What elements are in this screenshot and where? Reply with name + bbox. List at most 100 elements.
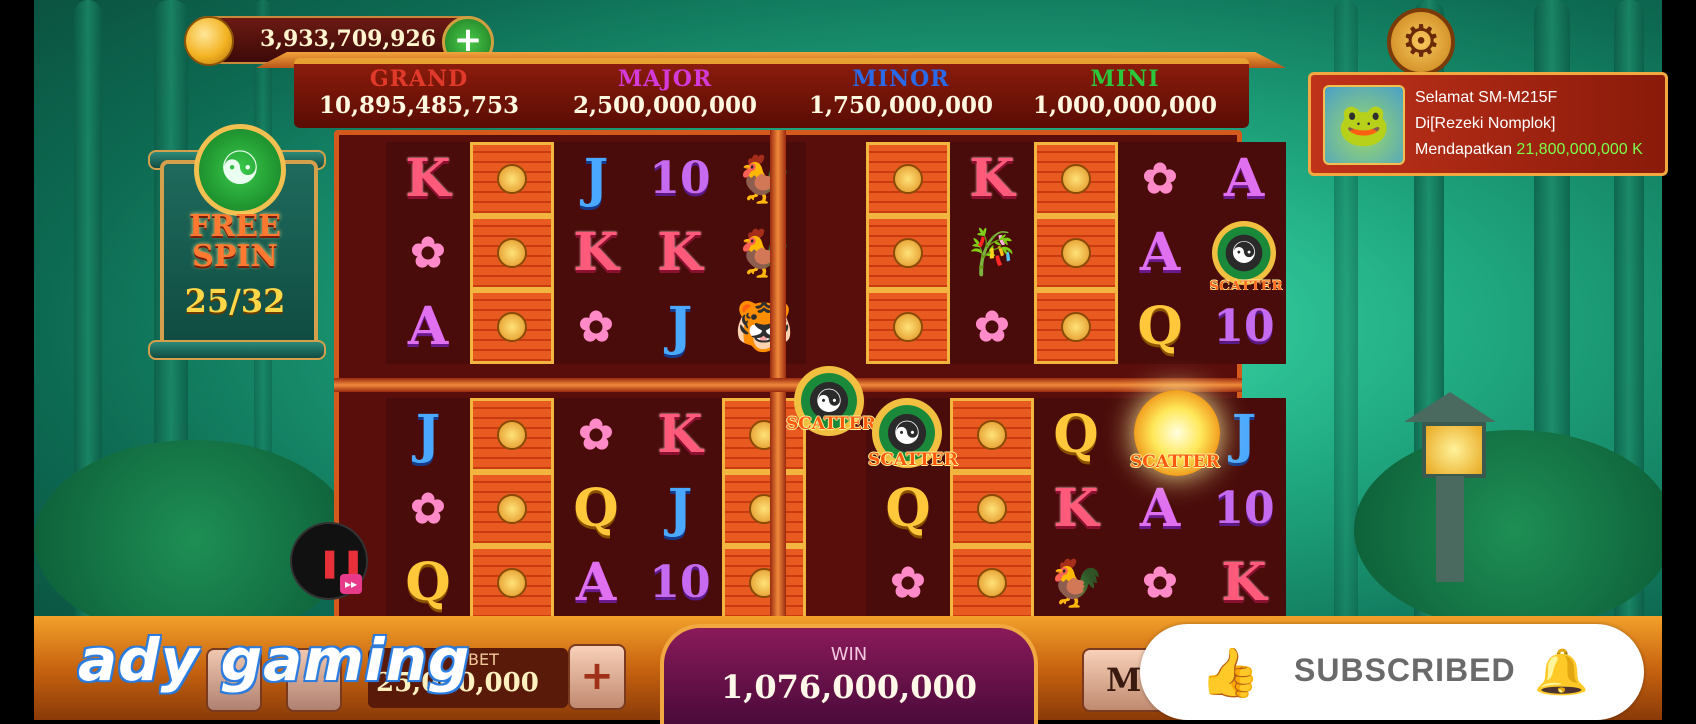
reel-cell: A <box>386 290 470 364</box>
symbol-10: 10 <box>649 153 711 204</box>
symbol-k: K <box>657 222 703 283</box>
symbol-j: J <box>667 478 693 539</box>
symbol-j: J <box>583 148 609 209</box>
lotus-icon: ✿ <box>410 228 446 277</box>
wild-coin-icon <box>893 164 923 194</box>
reel-divider <box>334 378 1242 392</box>
settings-gear-icon[interactable]: ⚙ <box>1387 8 1455 76</box>
notification-prefix: Mendapatkan <box>1415 141 1512 158</box>
wild-coin-icon <box>1061 312 1091 342</box>
reel-cell: A <box>1118 216 1202 290</box>
symbol-k: K <box>573 222 619 283</box>
jackpot-label: MINI <box>1090 66 1160 92</box>
wild-coin-icon <box>977 568 1007 598</box>
symbol-q: Q <box>405 552 451 613</box>
reel-cell <box>1034 290 1118 364</box>
wild-coin-icon <box>977 494 1007 524</box>
jackpot-label: MAJOR <box>617 66 713 92</box>
lotus-icon: ✿ <box>410 484 446 533</box>
wild-coin-icon <box>497 494 527 524</box>
symbol-a: A <box>1223 148 1265 209</box>
reel-cell: 10 <box>1202 290 1286 364</box>
jackpot-value: 10,895,485,753 <box>318 92 520 119</box>
stone-lantern <box>1404 392 1496 582</box>
symbol-10: 10 <box>649 557 711 608</box>
lantern-roof <box>1404 392 1496 422</box>
lotus-icon: ✿ <box>578 302 614 351</box>
reel-cell: A <box>554 546 638 620</box>
reel-grid-top-left: K J 10 🐓 ✿ K K 🐓 A ✿ J 🐯 <box>386 142 806 364</box>
reel-grid-bottom-left: J ✿ K ✿ Q J Q A 10 <box>386 398 806 620</box>
wild-coin-icon <box>893 238 923 268</box>
lotus-icon: ✿ <box>578 410 614 459</box>
reel-cell: ✿ <box>1118 142 1202 216</box>
symbol-a: A <box>1139 478 1181 539</box>
symbol-j: J <box>667 296 693 357</box>
reel-cell: K <box>950 142 1034 216</box>
jackpot-value: 1,750,000,000 <box>808 92 994 119</box>
reel-cell: K <box>386 142 470 216</box>
lotus-icon: ✿ <box>890 558 926 607</box>
reel-cell: 10 <box>1202 472 1286 546</box>
jackpot-label: GRAND <box>369 66 469 92</box>
notification-suffix: K <box>1632 141 1643 158</box>
reel-cell: ✿ <box>554 398 638 472</box>
reel-cell: Q <box>554 472 638 546</box>
reel-cell: J <box>638 472 722 546</box>
wild-coin-icon <box>497 238 527 268</box>
reel-cell <box>470 216 554 290</box>
fast-forward-icon[interactable]: ▸▸ <box>340 574 362 594</box>
reel-cell: K <box>1034 472 1118 546</box>
reel-cell <box>866 216 950 290</box>
symbol-k: K <box>657 404 703 465</box>
scatter-symbol: ☯ SCATTER <box>1209 221 1283 295</box>
jackpot-value: 1,000,000,000 <box>1032 92 1218 119</box>
reel-cell <box>470 472 554 546</box>
lotus-icon: ✿ <box>974 302 1010 351</box>
reel-cell <box>866 290 950 364</box>
symbol-j: J <box>1231 404 1257 465</box>
reel-cell: ✿ <box>386 216 470 290</box>
wild-coin-icon <box>1061 164 1091 194</box>
symbol-q: Q <box>1137 296 1183 357</box>
notification-amount-line: Mendapatkan 21,800,000,000 K <box>1415 141 1643 159</box>
symbol-k: K <box>1221 552 1267 613</box>
coin-icon <box>184 16 234 66</box>
free-spin-title: FREE SPIN <box>189 209 281 274</box>
notification-greeting: Selamat SM-M215F <box>1415 89 1558 106</box>
bet-plus-button[interactable]: + <box>568 644 626 710</box>
reel-cell: 🎋 <box>950 216 1034 290</box>
reel-cell <box>470 142 554 216</box>
scatter-label: SCATTER <box>868 450 958 470</box>
bush <box>1354 430 1662 630</box>
symbol-10: 10 <box>1213 483 1275 534</box>
symbol-10: 10 <box>1213 301 1275 352</box>
reel-cell <box>470 398 554 472</box>
bamboo-icon: 🎋 <box>964 227 1020 278</box>
reel-cell: ✿ <box>866 546 950 620</box>
lotus-icon: ✿ <box>1142 154 1178 203</box>
reel-cell <box>722 546 806 620</box>
symbol-q: Q <box>573 478 619 539</box>
reel-cell: A <box>1202 142 1286 216</box>
reel-cell: 🐯 <box>722 290 806 364</box>
wild-coin-icon <box>497 420 527 450</box>
wild-coin-icon <box>893 312 923 342</box>
scatter-label: SCATTER <box>786 414 876 434</box>
wild-coin-icon <box>497 568 527 598</box>
subscribed-label: SUBSCRIBED <box>1294 652 1516 688</box>
jackpot-mini: MINI 1,000,000,000 <box>1010 66 1240 119</box>
reel-cell: J <box>386 398 470 472</box>
scatter-label: SCATTER <box>1130 452 1220 472</box>
reel-cell: Q <box>1118 290 1202 364</box>
reel-cell <box>722 472 806 546</box>
scroll-cap <box>148 340 326 360</box>
symbol-q: Q <box>885 478 931 539</box>
bell-icon: 🔔 <box>1534 647 1589 698</box>
reel-cell <box>950 472 1034 546</box>
reel-cell: ✿ <box>554 290 638 364</box>
balance-amount: 3,933,709,926 <box>260 26 437 52</box>
wild-coin-icon <box>1061 238 1091 268</box>
symbol-k: K <box>1053 478 1099 539</box>
lotus-icon: ✿ <box>1142 558 1178 607</box>
